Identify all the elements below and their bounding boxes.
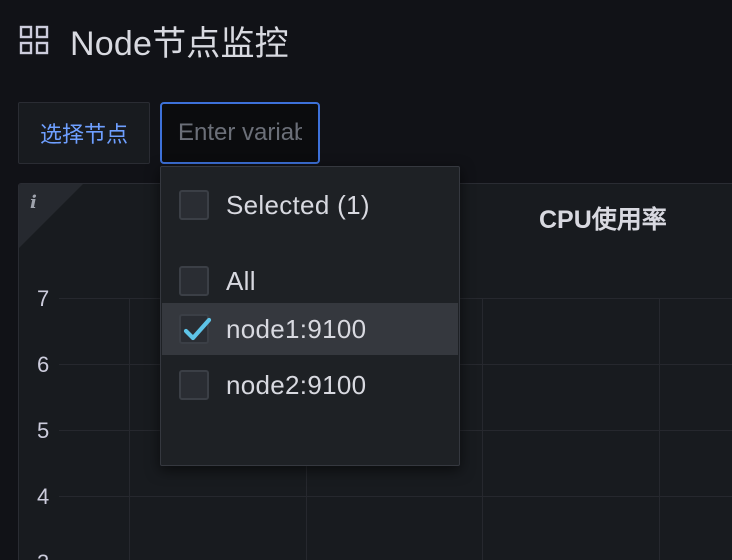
option-node1[interactable]: node1:9100 [162, 303, 458, 355]
option-selected-count[interactable]: Selected (1) [162, 179, 458, 231]
checkmark-icon [183, 317, 212, 341]
option-all[interactable]: All [162, 255, 458, 307]
dashboard-page: Node节点监控 选择节点 i CPU使用率 7 6 5 4 3 Selecte… [0, 0, 732, 560]
panel-title[interactable]: CPU使用率 [539, 200, 667, 236]
page-title[interactable]: Node节点监控 [70, 16, 289, 65]
option-label: Selected (1) [226, 189, 370, 220]
variable-dropdown: Selected (1) All node1:9100 node2:9100 [160, 166, 460, 466]
variable-label: 选择节点 [18, 102, 150, 164]
y-axis-tick: 5 [37, 418, 50, 443]
grid-line [659, 299, 660, 560]
variable-input[interactable] [160, 102, 320, 164]
option-node2[interactable]: node2:9100 [162, 359, 458, 411]
grid-icon[interactable] [18, 24, 50, 56]
dashboard-header: Node节点监控 [18, 16, 289, 64]
y-axis-tick: 6 [37, 352, 50, 377]
checkbox[interactable] [179, 370, 209, 400]
info-icon[interactable]: i [30, 192, 37, 213]
option-label: node1:9100 [226, 313, 367, 344]
grid-line [482, 299, 483, 560]
checkbox[interactable] [179, 266, 209, 296]
y-axis-tick: 4 [37, 484, 50, 509]
option-label: node2:9100 [226, 369, 367, 400]
y-axis-tick: 7 [37, 286, 50, 311]
option-label: All [226, 265, 256, 296]
panel-info-corner [19, 184, 83, 248]
checkbox-checked[interactable] [179, 314, 212, 344]
grid-line [59, 496, 732, 497]
y-axis-tick: 3 [37, 550, 51, 560]
grid-line [129, 299, 130, 560]
checkbox[interactable] [179, 190, 209, 220]
